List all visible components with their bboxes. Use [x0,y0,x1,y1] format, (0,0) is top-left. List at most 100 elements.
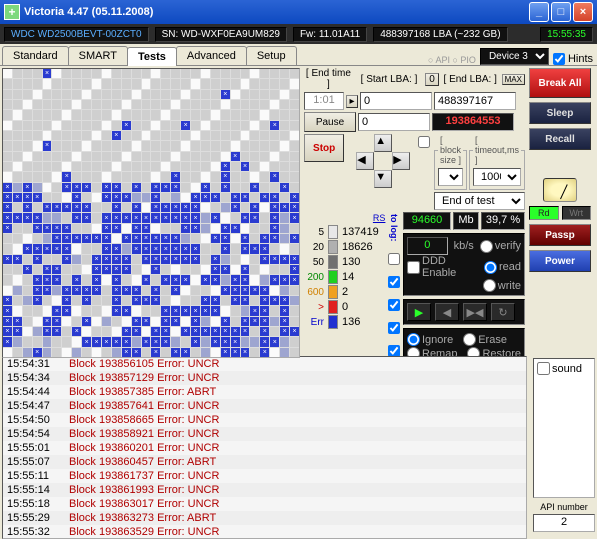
erase-radio[interactable]: Erase [463,333,507,346]
block-cell [52,100,61,109]
block-cell [112,234,121,243]
block-cell [72,306,81,315]
nav-check[interactable] [418,136,430,148]
block-cell [231,90,240,99]
block-cell [231,141,240,150]
tab-tests[interactable]: Tests [127,47,177,66]
block-cell [43,234,52,243]
nav-down[interactable]: ▼ [374,170,392,188]
nav-left[interactable]: ◀ [356,152,374,170]
play-button[interactable]: ▶ [407,303,431,321]
block-cell [23,100,32,109]
step-button[interactable]: ▶◀ [463,303,487,321]
block-cell [181,90,190,99]
block-cell [3,213,12,222]
block-cell [122,348,131,357]
log-pane[interactable]: 15:54:31Block 193856105 Error: UNCR15:54… [2,356,527,539]
log-msg: Block 193860457 Error: ABRT [69,455,216,469]
power-button[interactable]: Power [529,250,591,272]
block-cell [112,255,121,264]
block-cell [3,224,12,233]
block-cell [151,141,160,150]
pct-value: 39,7 % [481,212,525,230]
verify-radio[interactable]: verify [480,240,521,253]
write-radio[interactable]: write [483,279,521,292]
block-cell [92,193,101,202]
block-cell [191,213,200,222]
block-cell [43,348,52,357]
block-cell [241,234,250,243]
minimize-button[interactable]: _ [529,2,549,22]
block-cell [250,255,259,264]
close-button[interactable]: × [573,2,593,22]
sleep-button[interactable]: Sleep [529,102,591,124]
log-200-check[interactable] [388,276,400,288]
block-cell [23,265,32,274]
endtime-prev[interactable]: ▸ [346,95,358,108]
block-cell [82,244,91,253]
log-50-check[interactable] [388,253,400,265]
block-cell [92,172,101,181]
blocksize-select[interactable]: 256 [438,168,463,186]
max-button[interactable]: MAX [502,74,525,85]
block-cell [280,183,289,192]
nav-right[interactable]: ▶ [392,152,410,170]
block-cell [250,224,259,233]
block-cell [102,337,111,346]
breakall-button[interactable]: Break All [529,68,591,98]
read-radio[interactable]: read [484,261,521,274]
endlba-input[interactable] [434,92,516,110]
device-select[interactable]: Device 3 [480,48,549,65]
hints-check[interactable]: Hints [553,53,593,65]
stop-button[interactable]: Stop [304,134,344,162]
block-cell [52,69,61,78]
block-cell [191,203,200,212]
block-cell [92,286,101,295]
tab-advanced[interactable]: Advanced [176,46,247,65]
block-cell [171,348,180,357]
sound-check[interactable]: sound [537,362,591,375]
recall-button[interactable]: Recall [529,128,591,150]
loop-button[interactable]: ↻ [491,303,515,321]
block-cell [23,327,32,336]
log-row: 15:54:54Block 193858921 Error: UNCR [3,427,526,441]
log-err-check[interactable] [388,345,400,357]
block-cell [72,275,81,284]
block-cell [201,317,210,326]
block-cell [72,183,81,192]
pause-button[interactable]: Pause [304,112,356,132]
block-cell [211,172,220,181]
block-cell [171,337,180,346]
block-cell [211,203,220,212]
ignore-radio[interactable]: Ignore [407,333,453,346]
tab-standard[interactable]: Standard [2,46,69,65]
app-icon: + [4,4,20,20]
maximize-button[interactable]: □ [551,2,571,22]
block-cell [241,275,250,284]
block-cell [221,131,230,140]
block-cell [43,69,52,78]
block-cell [241,100,250,109]
tab-setup[interactable]: Setup [246,46,297,65]
ddd-check[interactable]: DDD Enable [407,255,482,279]
startlba-zero-button[interactable]: 0 [425,73,439,86]
block-cell [280,213,289,222]
block-cell [82,152,91,161]
startlba-input[interactable] [360,92,432,110]
log-gt-check[interactable] [388,322,400,334]
nav-up[interactable]: ▲ [374,134,392,152]
block-cell [112,121,121,130]
passp-button[interactable]: Passp [529,224,591,246]
block-cell [161,183,170,192]
block-cell [43,152,52,161]
block-cell [191,296,200,305]
rs-link[interactable]: RS [373,213,386,223]
timeout-select[interactable]: 10000 [473,168,521,186]
block-cell [102,213,111,222]
action-select[interactable]: End of test [434,192,525,210]
block-cell [260,141,269,150]
tab-smart[interactable]: SMART [68,46,128,65]
log-600-check[interactable] [388,299,400,311]
curlba-input[interactable] [358,113,430,131]
rew-button[interactable]: ◀ [435,303,459,321]
